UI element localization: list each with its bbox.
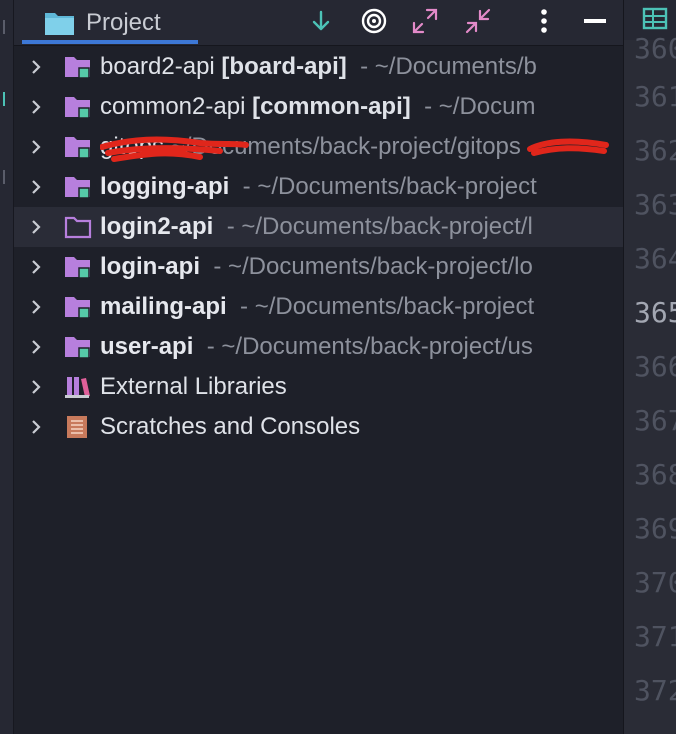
grid-icon[interactable] [642,6,668,32]
project-tool-tab-icon[interactable] [3,92,9,106]
module-name: [common-api] [252,93,411,120]
module-folder-icon [65,257,90,279]
chevron-right-icon[interactable] [28,139,44,155]
chevron-right-icon[interactable] [28,299,44,315]
collapse-icon [465,8,491,34]
item-path: - ~/Docum [424,93,536,120]
module-folder-icon [65,297,90,319]
item-path: ~/Documents/back-project/gitops [170,133,521,160]
tree-item-login-api[interactable]: login-api - ~/Documents/back-project/lo [14,247,623,287]
chevron-right-icon[interactable] [28,219,44,235]
hide-icon [584,19,606,23]
item-path: - ~/Documents/back-project [242,173,537,200]
target-icon [361,8,387,34]
line-number: 370 [634,566,676,599]
editor-gutter: 360 361 362 363 364 365 366 367 368 369 … [623,0,676,734]
line-number: 367 [634,404,676,437]
module-folder-icon [65,177,90,199]
item-name: logging-api [100,173,230,200]
line-number: 369 [634,512,676,545]
chevron-right-icon[interactable] [28,419,44,435]
active-tab-underline [22,40,198,44]
item-path: - ~/Documents/back-project/lo [213,253,533,280]
project-panel-header: Project [14,0,623,46]
tool-window-tab-icon[interactable] [3,20,9,34]
line-number: 366 [634,350,676,383]
item-name: login2-api [100,213,214,240]
item-name: Scratches and Consoles [100,413,361,440]
module-folder-icon [65,137,90,159]
expand-all-button[interactable] [410,6,440,36]
item-name: External Libraries [100,373,287,400]
scroll-from-source-button[interactable] [306,6,336,36]
item-name: user-api [100,333,194,360]
item-name: board2-api [100,53,215,80]
line-number: 371 [634,620,676,653]
item-path: - ~/Documents/back-project/us [206,333,533,360]
expand-icon [412,8,438,34]
project-panel: Project board2-api [board-api] - ~/Docum… [14,0,623,734]
options-menu-button[interactable] [529,6,559,36]
tree-item-user-api[interactable]: user-api - ~/Documents/back-project/us [14,327,623,367]
tree-item-redacted[interactable]: gitops ~/Documents/back-project/gitops [14,127,623,167]
tree-item-scratches[interactable]: Scratches and Consoles [14,407,623,447]
item-name: gitops [100,133,165,160]
line-number: 360 [634,32,676,65]
tree-item-common2-api[interactable]: common2-api [common-api] - ~/Docum [14,87,623,127]
collapse-all-button[interactable] [463,6,493,36]
tool-window-tab-icon[interactable] [3,170,9,184]
tree-item-login2-api[interactable]: login2-api - ~/Documents/back-project/l [14,207,623,247]
select-opened-file-button[interactable] [359,6,389,36]
library-icon [65,377,90,398]
panel-title: Project [86,9,161,36]
chevron-right-icon[interactable] [28,259,44,275]
line-number: 368 [634,458,676,491]
tree-item-logging-api[interactable]: logging-api - ~/Documents/back-project [14,167,623,207]
folder-outline-icon [64,216,92,239]
line-number: 372 [634,674,676,707]
item-name: mailing-api [100,293,227,320]
item-name: common2-api [100,93,246,120]
scratches-icon [67,416,87,438]
line-number: 364 [634,242,676,275]
project-folder-icon [45,13,74,35]
line-number: 362 [634,134,676,167]
line-number: 361 [634,80,676,113]
item-path: - ~/Documents/back-project/l [226,213,533,240]
item-path: - ~/Documents/back-project [240,293,535,320]
item-path: - ~/Documents/b [360,53,537,80]
more-icon [541,9,547,33]
chevron-right-icon[interactable] [28,339,44,355]
module-name: [board-api] [221,53,347,80]
chevron-right-icon[interactable] [28,379,44,395]
scroll-down-icon [312,10,330,31]
tree-item-external-libraries[interactable]: External Libraries [14,367,623,407]
chevron-right-icon[interactable] [28,179,44,195]
module-folder-icon [65,337,90,359]
chevron-right-icon[interactable] [28,59,44,75]
redaction-scribble [527,138,609,156]
tree-item-board2-api[interactable]: board2-api [board-api] - ~/Documents/b [14,47,623,87]
tree-item-mailing-api[interactable]: mailing-api - ~/Documents/back-project [14,287,623,327]
module-folder-icon [65,57,90,79]
line-number: 363 [634,188,676,221]
left-tool-strip [0,0,14,734]
chevron-right-icon[interactable] [28,99,44,115]
hide-panel-button[interactable] [580,6,610,36]
item-name: login-api [100,253,200,280]
module-folder-icon [65,97,90,119]
current-line-number: 365 [634,296,676,329]
